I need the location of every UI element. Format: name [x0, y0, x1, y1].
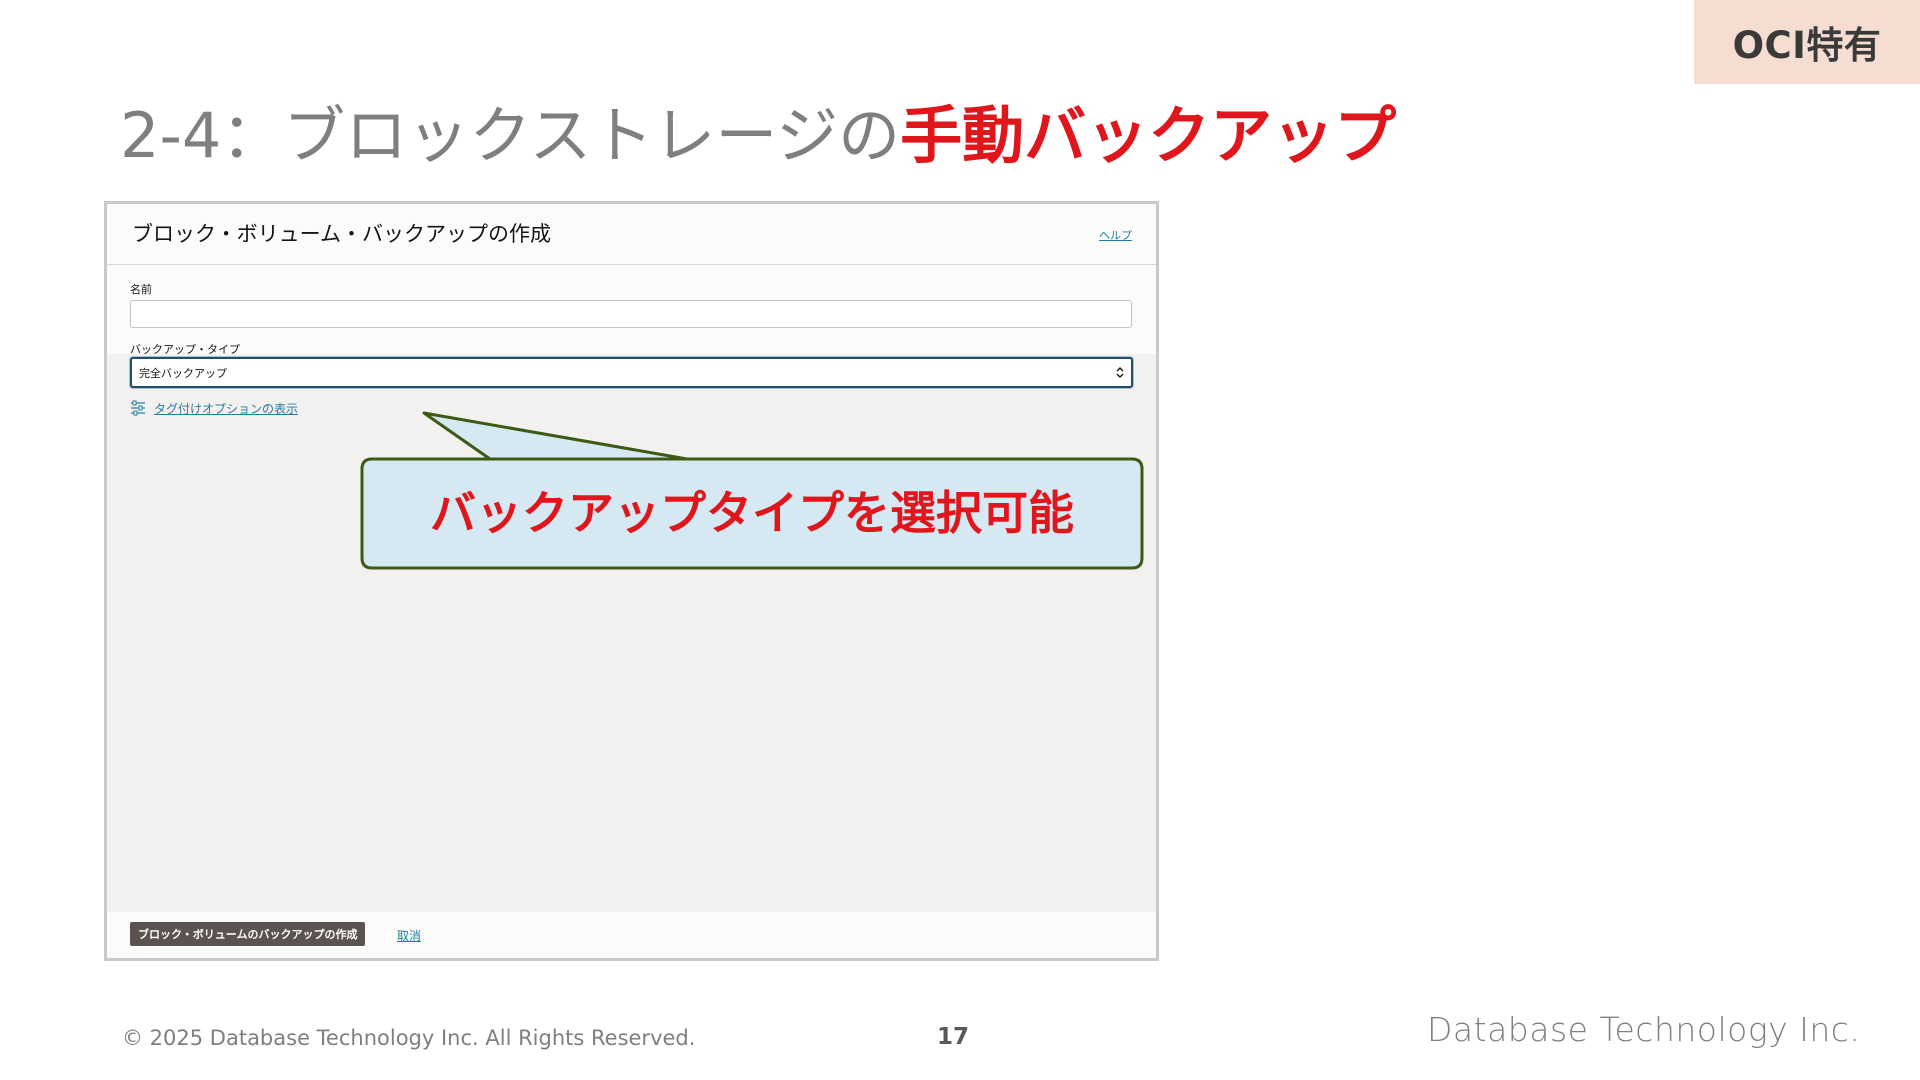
callout-text: バックアップタイプを選択可能	[430, 486, 1074, 540]
copyright-notice: © 2025 Database Technology Inc. All Righ…	[122, 1026, 696, 1050]
create-backup-dialog: ブロック・ボリューム・バックアップの作成 ヘルプ 名前 バックアップ・タイプ 完…	[104, 201, 1159, 961]
dialog-header: ブロック・ボリューム・バックアップの作成 ヘルプ	[107, 204, 1156, 265]
dialog-title: ブロック・ボリューム・バックアップの作成	[132, 222, 551, 246]
company-logo: Database Technology Inc.	[1427, 1010, 1861, 1049]
show-tagging-options-label: タグ付けオプションの表示	[154, 401, 299, 416]
create-backup-button[interactable]: ブロック・ボリュームのバックアップの作成	[130, 922, 366, 946]
sliders-icon	[131, 400, 145, 416]
oci-specific-badge: OCI特有	[1694, 0, 1920, 84]
name-label: 名前	[130, 283, 152, 296]
page-number: 17	[937, 1024, 970, 1050]
slide-title-accent: 手動バックアップ	[900, 99, 1397, 172]
backup-type-selected-value: 完全バックアップ	[139, 367, 227, 380]
slide-title: 2-4：ブロックストレージの手動バックアップ	[120, 96, 1396, 176]
cancel-link[interactable]: 取消	[397, 927, 421, 944]
name-input[interactable]	[130, 300, 1132, 328]
chevron-up-down-icon	[1116, 367, 1124, 378]
dialog-footer: ブロック・ボリュームのバックアップの作成 取消	[107, 912, 1156, 958]
help-link[interactable]: ヘルプ	[1099, 227, 1132, 243]
slide-title-prefix: 2-4：ブロックストレージの	[120, 99, 901, 172]
backup-type-select[interactable]: 完全バックアップ	[130, 357, 1133, 388]
backup-type-label: バックアップ・タイプ	[130, 343, 240, 356]
show-tagging-options-toggle[interactable]: タグ付けオプションの表示	[130, 399, 298, 417]
